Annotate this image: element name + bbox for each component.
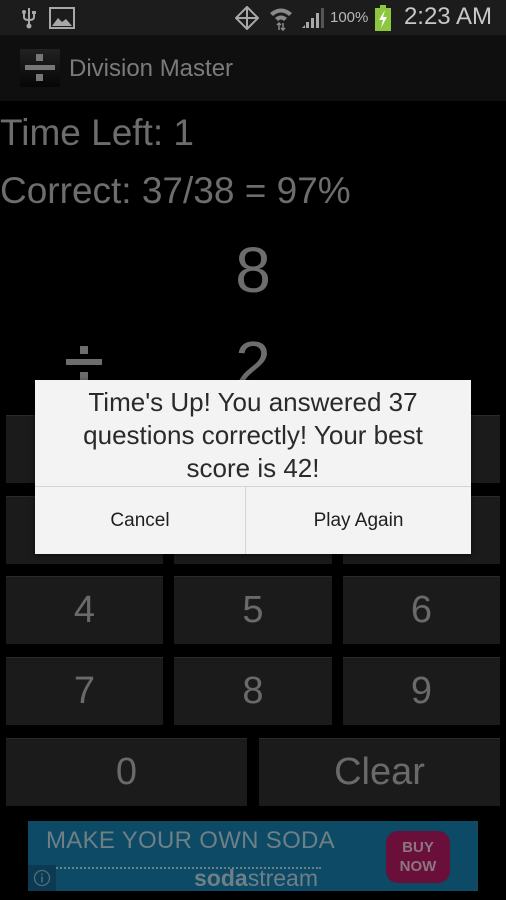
key-4[interactable]: 4 (6, 576, 163, 644)
ad-info-icon[interactable] (28, 865, 56, 891)
ad-cta-line2: NOW (399, 858, 437, 875)
key-8[interactable]: 8 (174, 657, 332, 725)
clock: 2:23 AM (403, 3, 492, 30)
status-bar: 100% 2:23 AM (0, 0, 506, 35)
correct-score-label: Correct: 37/38 = 97% (0, 170, 351, 211)
ad-cta-line1: BUY (402, 839, 434, 856)
battery-charging-icon (373, 0, 393, 35)
image-notification-icon (48, 0, 76, 35)
app-title: Division Master (69, 55, 234, 82)
key-7[interactable]: 7 (6, 657, 163, 725)
dialog-message: Time's Up! You answered 37 questions cor… (83, 387, 423, 483)
ad-brand-bold: soda (194, 865, 248, 891)
gps-icon (234, 0, 260, 35)
dividend: 8 (235, 234, 271, 306)
wifi-icon (267, 0, 295, 35)
key-5[interactable]: 5 (174, 576, 332, 644)
usb-icon (16, 0, 42, 35)
signal-icon (300, 0, 326, 35)
division-icon (25, 54, 55, 81)
ad-banner[interactable]: MAKE YOUR OWN SODA sodastream BUY NOW (28, 821, 478, 891)
time-left-label: Time Left: 1 (0, 112, 194, 153)
ad-buy-now-button[interactable]: BUY NOW (386, 831, 450, 883)
key-0[interactable]: 0 (6, 738, 247, 806)
ad-brand-light: stream (247, 865, 318, 891)
key-9[interactable]: 9 (343, 657, 500, 725)
cancel-button[interactable]: Cancel (35, 487, 245, 554)
battery-percent: 100% (330, 9, 369, 26)
action-bar: Division Master (0, 35, 506, 101)
times-up-dialog: Time's Up! You answered 37 questions cor… (35, 380, 471, 554)
play-again-button[interactable]: Play Again (246, 487, 471, 554)
app-icon (20, 49, 60, 87)
ad-brand: sodastream (194, 865, 318, 891)
ad-headline: MAKE YOUR OWN SODA (46, 827, 335, 854)
clear-button[interactable]: Clear (259, 738, 500, 806)
key-6[interactable]: 6 (343, 576, 500, 644)
